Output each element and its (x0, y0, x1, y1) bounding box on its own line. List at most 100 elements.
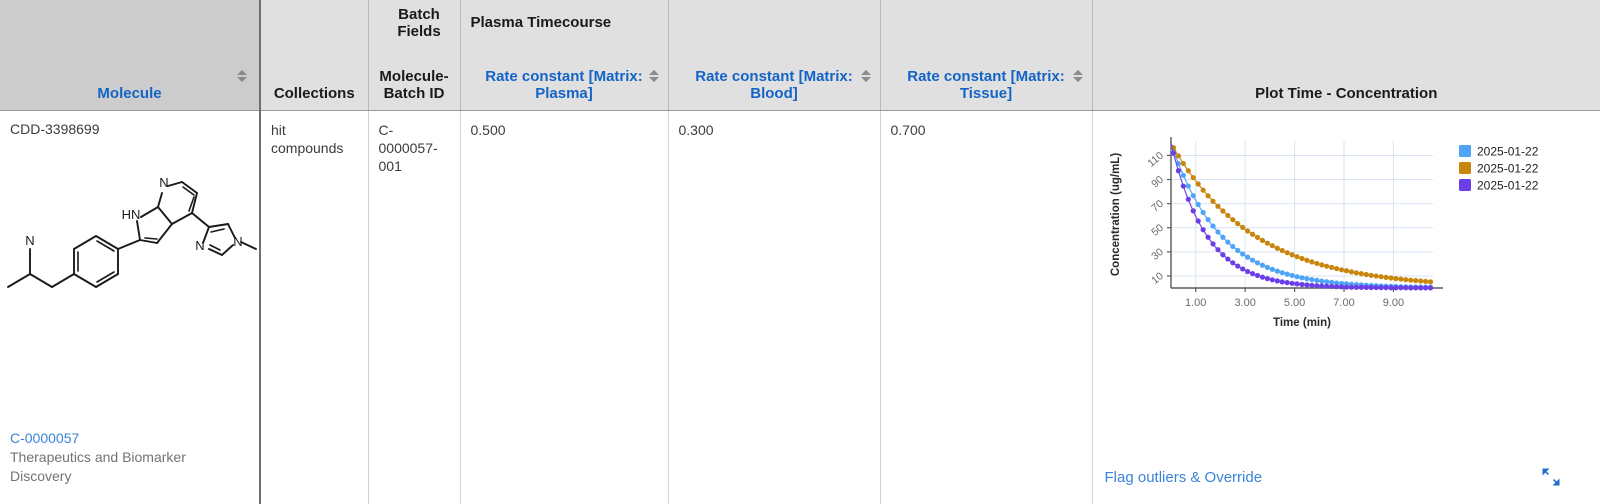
data-point (1368, 272, 1374, 278)
data-point (1170, 150, 1176, 156)
sort-toggle-rate-constant-tissue-icon[interactable] (1072, 68, 1083, 84)
atom-label-HN: HN (122, 207, 141, 222)
data-point (1200, 227, 1206, 233)
data-point (1298, 275, 1305, 281)
column-header-molecule-batch-id[interactable]: Batch Fields Molecule-Batch ID (368, 0, 461, 111)
sort-ascending-icon (1072, 70, 1083, 75)
data-point (1259, 237, 1265, 244)
molecule-id-label: CDD-3398699 (10, 121, 100, 137)
sort-descending-icon (1072, 77, 1083, 82)
data-point (1412, 277, 1418, 284)
column-header-molecule[interactable]: Molecule (0, 0, 261, 111)
expand-arrows-icon[interactable] (1540, 466, 1562, 488)
data-point (1185, 168, 1191, 174)
batch-link[interactable]: C-0000057 (10, 429, 220, 448)
data-point (1377, 285, 1384, 291)
data-point (1209, 241, 1216, 247)
y-tick-label: 90 (1149, 174, 1166, 191)
legend-swatch (1458, 145, 1471, 157)
data-point (1264, 276, 1270, 282)
data-point (1318, 262, 1324, 268)
data-point (1293, 254, 1300, 260)
atom-label-N: N (159, 175, 168, 190)
sort-toggle-molecule-icon[interactable] (237, 68, 247, 84)
molecule-table-view: Molecule Collections Batch Fields Molecu… (0, 0, 1600, 504)
data-point (1323, 279, 1329, 285)
data-point (1200, 187, 1206, 193)
data-point (1298, 255, 1305, 262)
sort-ascending-icon (237, 70, 247, 75)
data-point (1358, 284, 1364, 290)
chemical-structure-diagram: N HN N N N (7, 175, 257, 288)
column-header-plot-time-concentration[interactable]: Plot Time - Concentration (1092, 0, 1600, 111)
data-point (1229, 243, 1235, 250)
sort-toggle-rate-constant-plasma-icon[interactable] (648, 68, 659, 84)
cell-plot-time-concentration: 10 30 50 70 90 110 1.00 3.00 5.00 7.00 9.00 Time (m… (1092, 110, 1600, 504)
data-point (1368, 284, 1374, 291)
sort-descending-icon (237, 77, 247, 82)
data-point (1417, 278, 1423, 284)
column-header-rate-constant-tissue[interactable]: Rate constant [Matrix: Tissue] (880, 0, 1093, 111)
x-tick-label: 7.00 (1333, 297, 1354, 309)
data-point (1289, 280, 1295, 286)
legend-swatch (1458, 179, 1471, 191)
sort-ascending-icon (860, 70, 871, 75)
column-header-rate-constant-plasma[interactable]: Plasma Timecourse Rate constant [Matrix:… (460, 0, 669, 111)
data-point (1180, 172, 1186, 178)
data-point (1244, 228, 1250, 234)
data-point (1392, 276, 1399, 282)
data-point (1180, 160, 1186, 167)
data-point (1214, 247, 1221, 253)
data-point (1234, 263, 1240, 269)
sort-toggle-rate-constant-blood-icon[interactable] (860, 68, 871, 84)
column-header-rate-constant-plasma-label: Rate constant [Matrix: Plasma] (485, 68, 643, 102)
data-point (1229, 260, 1235, 266)
data-point (1303, 282, 1310, 288)
collections-value: hit compounds (271, 122, 344, 156)
column-header-collections[interactable]: Collections (260, 0, 369, 111)
rate-constant-blood-value: 0.300 (678, 122, 714, 138)
data-point (1259, 262, 1265, 268)
data-point (1397, 276, 1403, 282)
column-header-molecule-label: Molecule (97, 85, 162, 102)
data-point (1333, 284, 1339, 290)
data-point (1195, 181, 1201, 187)
data-point (1417, 285, 1423, 291)
data-point (1392, 285, 1399, 291)
sort-descending-icon (648, 77, 659, 82)
data-point (1328, 264, 1334, 270)
data-point (1397, 285, 1403, 291)
cell-collections: hit compounds (260, 110, 369, 504)
column-header-rate-constant-blood[interactable]: Rate constant [Matrix: Blood] (668, 0, 881, 111)
data-point (1313, 260, 1319, 267)
data-point (1224, 256, 1230, 262)
data-point (1308, 276, 1314, 283)
data-point (1373, 284, 1379, 291)
flag-outliers-override-link[interactable]: Flag outliers & Override (1105, 469, 1263, 487)
data-point (1234, 221, 1240, 227)
data-point (1274, 245, 1280, 251)
data-point (1209, 223, 1216, 229)
data-point (1195, 201, 1201, 208)
sort-descending-icon (860, 77, 871, 82)
data-point (1289, 272, 1295, 279)
data-point (1190, 175, 1196, 181)
column-header-rate-constant-tissue-label: Rate constant [Matrix: Tissue] (907, 68, 1065, 102)
y-tick-label: 50 (1149, 222, 1166, 239)
data-point (1200, 209, 1206, 216)
data-point (1284, 250, 1290, 256)
data-point (1363, 271, 1369, 278)
data-point (1348, 284, 1354, 290)
data-point (1328, 283, 1334, 290)
data-point (1338, 267, 1344, 273)
data-point (1353, 284, 1359, 290)
x-tick-label: 3.00 (1234, 297, 1255, 309)
data-point (1387, 285, 1394, 291)
data-point (1422, 278, 1428, 284)
data-point (1412, 285, 1418, 291)
data-point (1333, 266, 1339, 272)
data-point (1293, 274, 1300, 280)
data-point (1407, 277, 1413, 283)
data-point (1377, 274, 1384, 280)
y-tick-label: 10 (1149, 270, 1166, 287)
